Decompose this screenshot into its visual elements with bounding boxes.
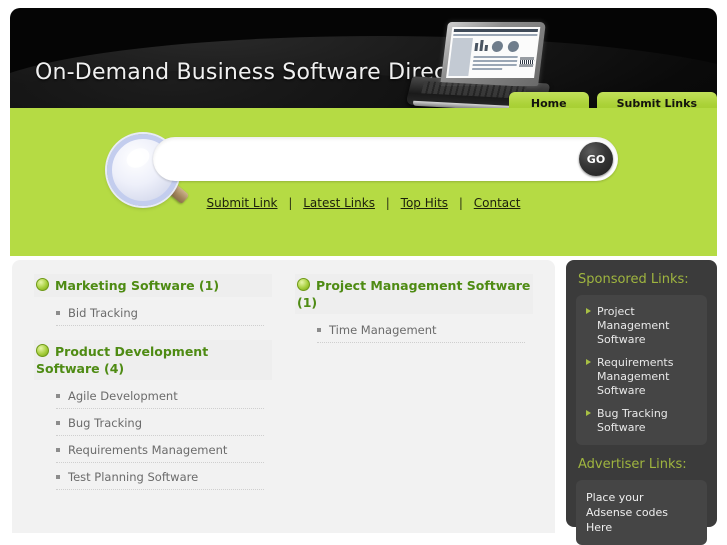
list-item[interactable]: Bug Tracking <box>56 413 264 436</box>
list-item[interactable]: Requirements Management <box>56 440 264 463</box>
advertiser-links-box: Place your Adsense codes Here <box>576 480 707 545</box>
category-marketing-software: Marketing Software (1) Bid Tracking <box>34 274 272 326</box>
category-bullet-icon <box>36 278 49 291</box>
sponsored-links-list: Project Management Software Requirements… <box>586 305 697 435</box>
nav-separator-2: | <box>385 196 390 210</box>
content-area: Marketing Software (1) Bid Tracking Prod… <box>10 256 717 545</box>
advertiser-links-heading: Advertiser Links: <box>578 457 687 472</box>
laptop-screen <box>446 27 541 78</box>
nav-link-latest-links[interactable]: Latest Links <box>303 196 375 210</box>
sponsored-link-item[interactable]: Requirements Management Software <box>586 356 697 407</box>
category-heading-label: Project Management Software (1) <box>297 278 531 310</box>
nav-link-top-hits[interactable]: Top Hits <box>401 196 448 210</box>
category-subitems: Bid Tracking <box>34 303 272 326</box>
search-band: GO Submit Link | Latest Links | Top Hits… <box>10 108 717 256</box>
list-item[interactable]: Time Management <box>317 320 525 343</box>
tab-home[interactable]: Home <box>508 92 589 108</box>
category-heading-label: Product Development Software (4) <box>36 344 209 376</box>
nav-link-contact[interactable]: Contact <box>474 196 521 210</box>
magnifier-glint <box>123 144 153 172</box>
category-listing-panel: Marketing Software (1) Bid Tracking Prod… <box>12 260 555 533</box>
sponsored-link-item[interactable]: Project Management Software <box>586 305 697 356</box>
category-product-development-software: Product Development Software (4) Agile D… <box>34 340 272 490</box>
sponsored-links-heading: Sponsored Links: <box>578 272 689 287</box>
list-item[interactable]: Agile Development <box>56 386 264 409</box>
category-heading[interactable]: Marketing Software (1) <box>34 274 272 297</box>
category-columns: Marketing Software (1) Bid Tracking Prod… <box>12 260 555 490</box>
nav-separator-1: | <box>288 196 293 210</box>
tab-submit-links[interactable]: Submit Links <box>596 92 717 108</box>
sponsored-links-box: Project Management Software Requirements… <box>576 295 707 445</box>
secondary-nav-links: Submit Link | Latest Links | Top Hits | … <box>10 196 717 210</box>
nav-link-submit-link[interactable]: Submit Link <box>207 196 278 210</box>
category-bullet-icon <box>36 344 49 357</box>
search-go-button[interactable]: GO <box>579 142 613 176</box>
category-project-management-software: Project Management Software (1) Time Man… <box>295 274 533 343</box>
main-nav-tabs: Home Submit Links <box>508 92 717 108</box>
category-column-left: Marketing Software (1) Bid Tracking Prod… <box>34 274 272 504</box>
nav-separator-3: | <box>458 196 463 210</box>
category-subitems: Time Management <box>295 320 533 343</box>
category-heading[interactable]: Project Management Software (1) <box>295 274 533 314</box>
list-item[interactable]: Bid Tracking <box>56 303 264 326</box>
category-bullet-icon <box>297 278 310 291</box>
category-heading-label: Marketing Software (1) <box>55 278 220 293</box>
search-input[interactable] <box>171 145 545 175</box>
sidebar: Sponsored Links: Project Management Soft… <box>566 260 717 545</box>
search-bar: GO <box>153 137 618 181</box>
laptop-lid <box>440 22 546 86</box>
sponsored-link-item[interactable]: Bug Tracking Software <box>586 407 697 435</box>
page-root: On-Demand Business Software Directory Ho… <box>10 8 717 545</box>
site-header: On-Demand Business Software Directory Ho… <box>10 8 717 108</box>
advertiser-placeholder-text: Place your Adsense codes Here <box>586 491 669 534</box>
category-subitems: Agile Development Bug Tracking Requireme… <box>34 386 272 490</box>
category-column-middle: Project Management Software (1) Time Man… <box>295 274 533 357</box>
list-item[interactable]: Test Planning Software <box>56 467 264 490</box>
category-heading[interactable]: Product Development Software (4) <box>34 340 272 380</box>
